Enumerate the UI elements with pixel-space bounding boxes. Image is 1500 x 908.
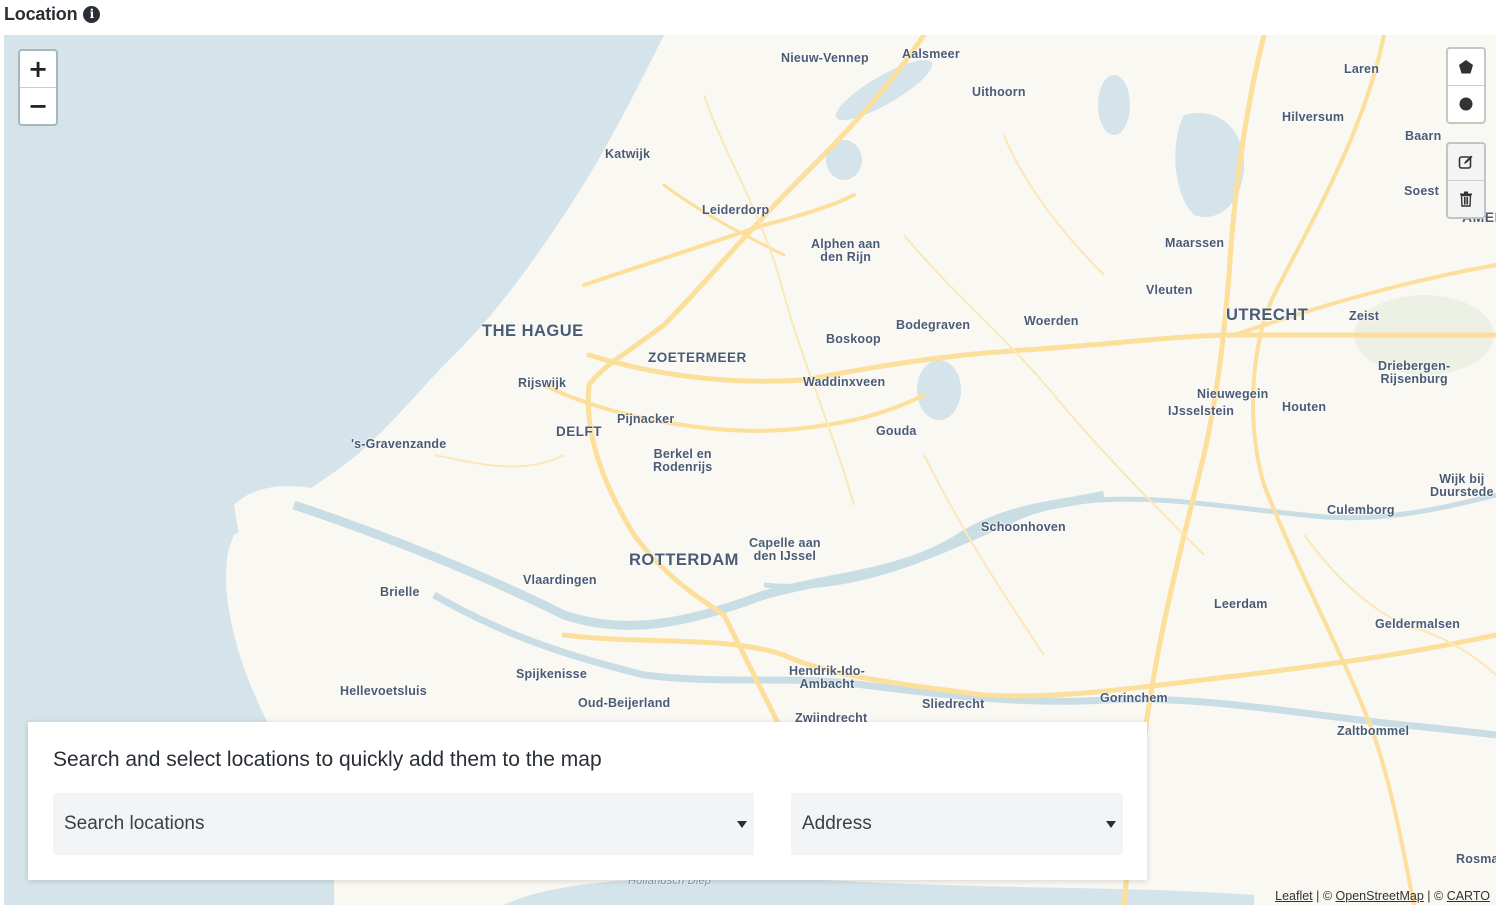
map-label-nieuw-vennep: Nieuw-Vennep	[781, 51, 869, 65]
map-label-zaltbommel: Zaltbommel	[1337, 724, 1410, 738]
chevron-down-icon	[1106, 820, 1116, 828]
edit-layers-button[interactable]	[1448, 144, 1484, 180]
map-label-utrecht: UTRECHT	[1226, 306, 1309, 324]
map-label-spijkenisse: Spijkenisse	[516, 667, 587, 681]
section-title: Location	[4, 3, 78, 24]
search-locations-select[interactable]: Search locations	[53, 793, 754, 855]
map-label-hendrik-ido-ambacht: Hendrik-Ido- Ambacht	[789, 664, 866, 691]
map-label-houten: Houten	[1282, 400, 1327, 414]
map-label-zeist: Zeist	[1349, 309, 1380, 323]
carto-link[interactable]: CARTO	[1447, 889, 1490, 903]
map-label-oud-beijerland: Oud-Beijerland	[578, 696, 671, 710]
openstreetmap-link[interactable]: OpenStreetMap	[1336, 889, 1424, 903]
map-label-capelle: Capelle aan den IJssel	[749, 536, 821, 563]
map-label-bodegraven: Bodegraven	[896, 318, 971, 332]
section-header: Location i	[4, 2, 101, 26]
map-label-baarn: Baarn	[1405, 129, 1442, 143]
map-label-aalsmeer: Aalsmeer	[902, 47, 960, 61]
map-label-the-hague: THE HAGUE	[482, 322, 584, 340]
map-label-woerden: Woerden	[1024, 314, 1079, 328]
leaflet-link[interactable]: Leaflet	[1275, 889, 1313, 903]
map-label-gravenzande: 's-Gravenzande	[351, 437, 447, 451]
zoom-control: + −	[18, 49, 58, 126]
map-label-gorinchem: Gorinchem	[1100, 691, 1168, 705]
map-label-berkel: Berkel en Rodenrijs	[653, 447, 713, 474]
map-label-wijk-bij-duurstede: Wijk bij Duurstede	[1430, 472, 1494, 499]
map-label-ijsselstein: IJsselstein	[1168, 404, 1235, 418]
attribution-separator: | ©	[1423, 889, 1447, 903]
minor-road-5	[923, 454, 1045, 656]
map-label-nieuwegein: Nieuwegein	[1197, 387, 1269, 401]
hollandsch-diep	[504, 877, 1254, 905]
vinkeveen	[1098, 75, 1130, 135]
chevron-down-icon	[737, 820, 747, 828]
map-label-zoetermeer: ZOETERMEER	[648, 350, 747, 365]
map-label-gouda: Gouda	[876, 424, 917, 438]
map-label-sliedrecht: Sliedrecht	[922, 697, 985, 711]
map-label-hellevoetsluis: Hellevoetsluis	[340, 684, 427, 698]
draw-circle-button[interactable]	[1448, 85, 1484, 122]
trash-icon	[1460, 191, 1472, 207]
map-attribution: Leaflet | © OpenStreetMap | © CARTO	[1273, 889, 1492, 903]
map-label-rosmalen: Rosma	[1456, 852, 1496, 866]
a27	[1251, 35, 1416, 905]
map-label-alphen: Alphen aan den Rijn	[811, 237, 881, 264]
map-label-brielle: Brielle	[380, 585, 420, 599]
map-label-soest: Soest	[1404, 184, 1440, 198]
map-label-schoonhoven: Schoonhoven	[981, 520, 1066, 534]
location-type-select[interactable]: Address	[791, 793, 1123, 855]
map-label-rotterdam: ROTTERDAM	[629, 551, 739, 569]
map-label-boskoop: Boskoop	[826, 332, 881, 346]
map-label-vleuten: Vleuten	[1146, 283, 1193, 297]
delete-layers-button[interactable]	[1448, 180, 1484, 217]
map-container[interactable]: Nieuw-Vennep Aalsmeer Uithoorn Laren Hil…	[4, 35, 1496, 905]
maasvlakte	[234, 486, 444, 595]
map-label-waddinxveen: Waddinxveen	[803, 375, 886, 389]
zoom-out-button[interactable]: −	[20, 87, 56, 124]
reeuwijk-lakes	[917, 360, 961, 420]
map-label-vlaardingen: Vlaardingen	[523, 573, 597, 587]
a44	[662, 183, 786, 257]
map-label-pijnacker: Pijnacker	[617, 412, 675, 426]
minor-road-4	[433, 454, 565, 468]
attribution-separator: | ©	[1312, 889, 1336, 903]
draw-polygon-button[interactable]	[1448, 49, 1484, 85]
edit-toolbar	[1446, 142, 1486, 219]
map-label-laren: Laren	[1344, 62, 1380, 76]
map-label-maarssen: Maarssen	[1165, 236, 1225, 250]
map-label-uithoorn: Uithoorn	[972, 85, 1026, 99]
location-search-panel: Search and select locations to quickly a…	[28, 722, 1147, 880]
map-label-katwijk: Katwijk	[605, 147, 651, 161]
map-label-rijswijk: Rijswijk	[518, 376, 567, 390]
draw-toolbar	[1446, 47, 1486, 124]
edit-icon	[1458, 155, 1473, 169]
map-label-leerdam: Leerdam	[1214, 597, 1268, 611]
map-label-hilversum: Hilversum	[1282, 110, 1345, 124]
location-type-value: Address	[802, 813, 872, 834]
map-label-geldermalsen: Geldermalsen	[1375, 617, 1461, 631]
pentagon-icon	[1459, 60, 1473, 74]
search-panel-heading: Search and select locations to quickly a…	[53, 748, 602, 771]
minor-road-3	[1003, 134, 1105, 276]
info-icon[interactable]: i	[83, 5, 101, 23]
circle-icon	[1459, 97, 1473, 111]
zoom-in-button[interactable]: +	[20, 51, 56, 87]
map-label-delft: DELFT	[556, 424, 602, 439]
map-label-leiderdorp: Leiderdorp	[702, 203, 770, 217]
map-label-culemborg: Culemborg	[1327, 503, 1395, 517]
search-locations-placeholder: Search locations	[64, 813, 205, 834]
map-label-driebergen: Driebergen- Rijsenburg	[1378, 359, 1451, 386]
